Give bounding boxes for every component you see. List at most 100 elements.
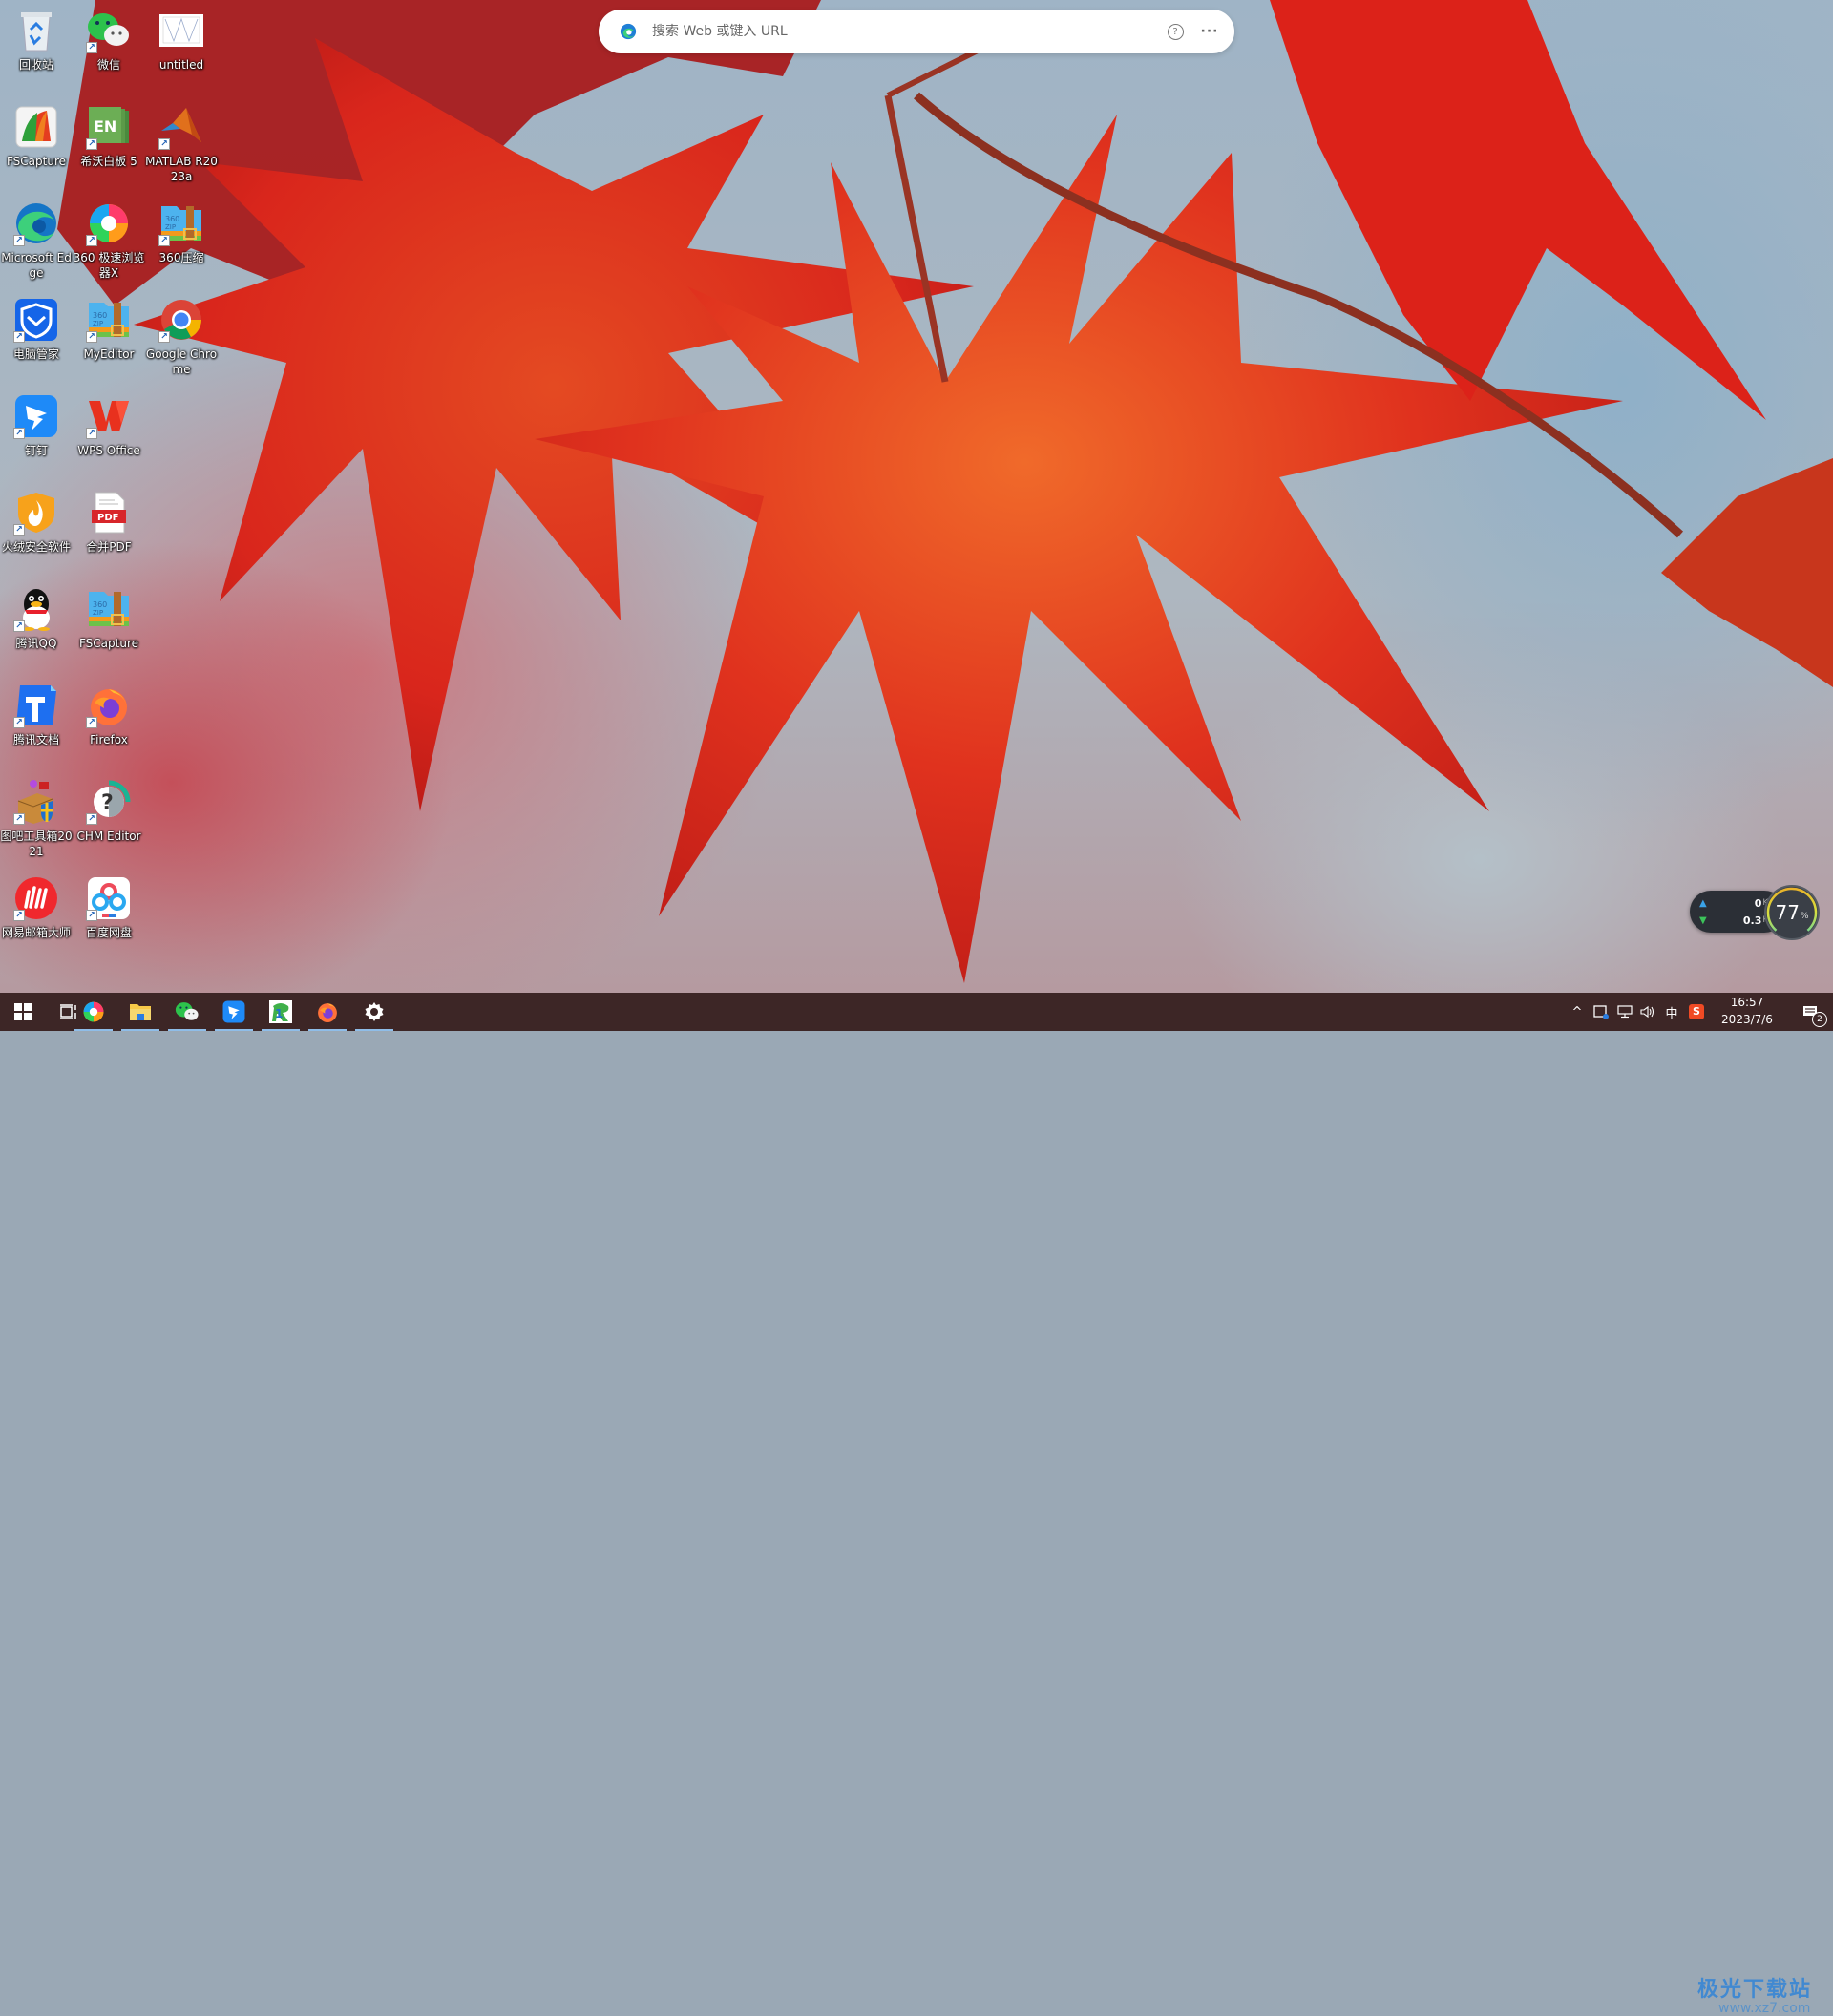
chevron-up-icon: ^ bbox=[1571, 1004, 1583, 1019]
shortcut-arrow-icon: ↗ bbox=[86, 717, 97, 728]
dingtalk-icon bbox=[222, 1000, 245, 1023]
shortcut-arrow-icon: ↗ bbox=[86, 138, 97, 150]
pc-manager-icon: ↗ bbox=[13, 297, 59, 343]
upload-value: 0 bbox=[1754, 896, 1762, 910]
network-speed-widget[interactable]: ▲ 0 K/s ▼ 0.3 K/s 77 % bbox=[1690, 885, 1823, 942]
desktop-icon[interactable]: 360 ZIP ↗ 360压缩 bbox=[145, 199, 218, 290]
desktop-icon-label: Google Chrome bbox=[145, 347, 218, 376]
shortcut-arrow-icon: ↗ bbox=[13, 717, 25, 728]
desktop-icon[interactable]: ↗ 360 极速浏览器X bbox=[73, 199, 145, 290]
shortcut-arrow-icon: ↗ bbox=[158, 138, 170, 150]
wps-icon: ↗ bbox=[86, 393, 132, 439]
firefox-icon bbox=[316, 1000, 339, 1023]
desktop-icon-label: 百度网盘 bbox=[85, 926, 132, 939]
tray-remote-app[interactable] bbox=[1589, 993, 1613, 1031]
taskbar-app-wechat[interactable] bbox=[164, 993, 210, 1031]
memory-usage-gauge[interactable]: 77 % bbox=[1764, 885, 1820, 940]
figure-thumbnail-icon bbox=[158, 8, 204, 53]
app-r-icon: 1 bbox=[269, 1000, 292, 1023]
search-input[interactable] bbox=[650, 23, 1162, 40]
svg-text:360: 360 bbox=[93, 311, 107, 320]
dingtalk-icon: ↗ bbox=[13, 393, 59, 439]
desktop-icon[interactable]: ↗ 腾讯文档 bbox=[0, 681, 73, 772]
svg-text:PDF: PDF bbox=[97, 513, 118, 523]
help-button[interactable]: ? bbox=[1162, 18, 1189, 45]
help-icon: ? bbox=[1167, 23, 1184, 40]
baidu-netdisk-icon: ↗ bbox=[86, 875, 132, 921]
file-explorer-icon bbox=[129, 1001, 152, 1022]
taskbar-app-app-r[interactable]: 1 bbox=[258, 993, 304, 1031]
seewo-whiteboard-icon: EN ↗ bbox=[86, 104, 132, 150]
toolbox-icon: ↗ bbox=[13, 779, 59, 825]
desktop-icon-label: 微信 bbox=[96, 58, 120, 72]
upload-arrow-icon: ▲ bbox=[1699, 897, 1707, 909]
edge-search-bar: ? ··· bbox=[599, 10, 1234, 53]
desktop-icon[interactable]: FSCapture bbox=[0, 102, 73, 194]
recycle-bin-icon bbox=[13, 8, 59, 53]
shortcut-arrow-icon: ↗ bbox=[13, 428, 25, 439]
desktop-wallpaper[interactable] bbox=[0, 0, 1833, 993]
fscapture-icon bbox=[13, 104, 59, 150]
show-hidden-icons-button[interactable]: ^ bbox=[1566, 993, 1589, 1031]
desktop-icon[interactable]: ↗ Microsoft Edge bbox=[0, 199, 73, 290]
desktop-icon[interactable]: EN ↗ 希沃白板 5 bbox=[73, 102, 145, 194]
taskbar-app-settings[interactable] bbox=[351, 993, 397, 1031]
desktop-icon[interactable]: ? ↗ CHM Editor bbox=[73, 777, 145, 869]
tencent-docs-icon: ↗ bbox=[13, 682, 59, 728]
svg-text:ZIP: ZIP bbox=[165, 223, 176, 231]
clock[interactable]: 16:57 2023/7/6 bbox=[1717, 994, 1778, 1030]
desktop-icon-label: untitled bbox=[158, 58, 204, 72]
desktop-icon[interactable]: ↗ 电脑管家 bbox=[0, 295, 73, 387]
pdf-icon: PDF bbox=[86, 490, 132, 536]
gauge-percent-sign: % bbox=[1800, 912, 1809, 921]
desktop-icon-label: CHM Editor bbox=[76, 830, 141, 843]
desktop-icon[interactable]: PDF 合并PDF bbox=[73, 488, 145, 579]
start-button[interactable] bbox=[0, 993, 46, 1031]
360-zip-icon: 360 ZIP ↗ bbox=[86, 297, 132, 343]
download-value: 0.3 bbox=[1742, 914, 1762, 927]
desktop-icon-label: 合并PDF bbox=[86, 540, 132, 554]
desktop-icon[interactable]: 回收站 bbox=[0, 6, 73, 97]
desktop-icon[interactable]: ↗ WPS Office bbox=[73, 391, 145, 483]
watermark-text: 极光下载站 bbox=[1697, 1978, 1813, 2002]
shortcut-arrow-icon: ↗ bbox=[13, 331, 25, 343]
shortcut-arrow-icon: ↗ bbox=[86, 910, 97, 921]
sogou-ime-button[interactable]: S bbox=[1684, 993, 1709, 1031]
svg-text:EN: EN bbox=[94, 117, 116, 136]
desktop-icon[interactable]: ↗ 图吧工具箱2021 bbox=[0, 777, 73, 869]
desktop-icon[interactable]: ↗ Google Chrome bbox=[145, 295, 218, 387]
edge-icon: ↗ bbox=[13, 200, 59, 246]
more-dots-icon: ··· bbox=[1200, 24, 1219, 39]
desktop-icon[interactable]: ↗ 百度网盘 bbox=[73, 873, 145, 965]
desktop-icon[interactable]: 360 ZIP ↗ MyEditor bbox=[73, 295, 145, 387]
more-options-button[interactable]: ··· bbox=[1196, 18, 1223, 45]
desktop-icon[interactable]: ↗ MATLAB R2023a bbox=[145, 102, 218, 194]
ime-indicator[interactable]: 中 bbox=[1659, 993, 1684, 1031]
desktop-icon[interactable]: ↗ 微信 bbox=[73, 6, 145, 97]
shortcut-arrow-icon: ↗ bbox=[86, 428, 97, 439]
desktop-icon[interactable]: ↗ 钉钉 bbox=[0, 391, 73, 483]
taskbar-app-firefox[interactable] bbox=[305, 993, 350, 1031]
shortcut-arrow-icon: ↗ bbox=[13, 235, 25, 246]
desktop-icon-label: 回收站 bbox=[18, 58, 53, 72]
volume-button[interactable] bbox=[1636, 993, 1659, 1031]
shortcut-arrow-icon: ↗ bbox=[158, 235, 170, 246]
shortcut-arrow-icon: ↗ bbox=[86, 331, 97, 343]
desktop-icon[interactable]: ↗ 网易邮箱大师 bbox=[0, 873, 73, 965]
shortcut-arrow-icon: ↗ bbox=[86, 813, 97, 825]
action-center-button[interactable]: 2 bbox=[1791, 993, 1829, 1031]
360-zip-icon: 360 ZIP bbox=[86, 586, 132, 632]
clock-time: 16:57 bbox=[1730, 996, 1764, 1009]
desktop-icon[interactable]: untitled bbox=[145, 6, 218, 97]
desktop-icon-label: WPS Office bbox=[77, 444, 140, 457]
taskbar-app-file-explorer[interactable] bbox=[117, 993, 163, 1031]
desktop-icon[interactable]: ↗ 火绒安全软件 bbox=[0, 488, 73, 579]
desktop-icon[interactable]: 360 ZIP FSCapture bbox=[73, 584, 145, 676]
taskbar-app-360-browser[interactable] bbox=[71, 993, 116, 1031]
network-icon bbox=[1617, 1005, 1633, 1018]
desktop-icon[interactable]: ↗ 腾讯QQ bbox=[0, 584, 73, 676]
network-button[interactable] bbox=[1613, 993, 1636, 1031]
desktop-icon[interactable]: ↗ Firefox bbox=[73, 681, 145, 772]
taskbar-app-dingtalk[interactable] bbox=[211, 993, 257, 1031]
netease-mail-icon: ↗ bbox=[13, 875, 59, 921]
